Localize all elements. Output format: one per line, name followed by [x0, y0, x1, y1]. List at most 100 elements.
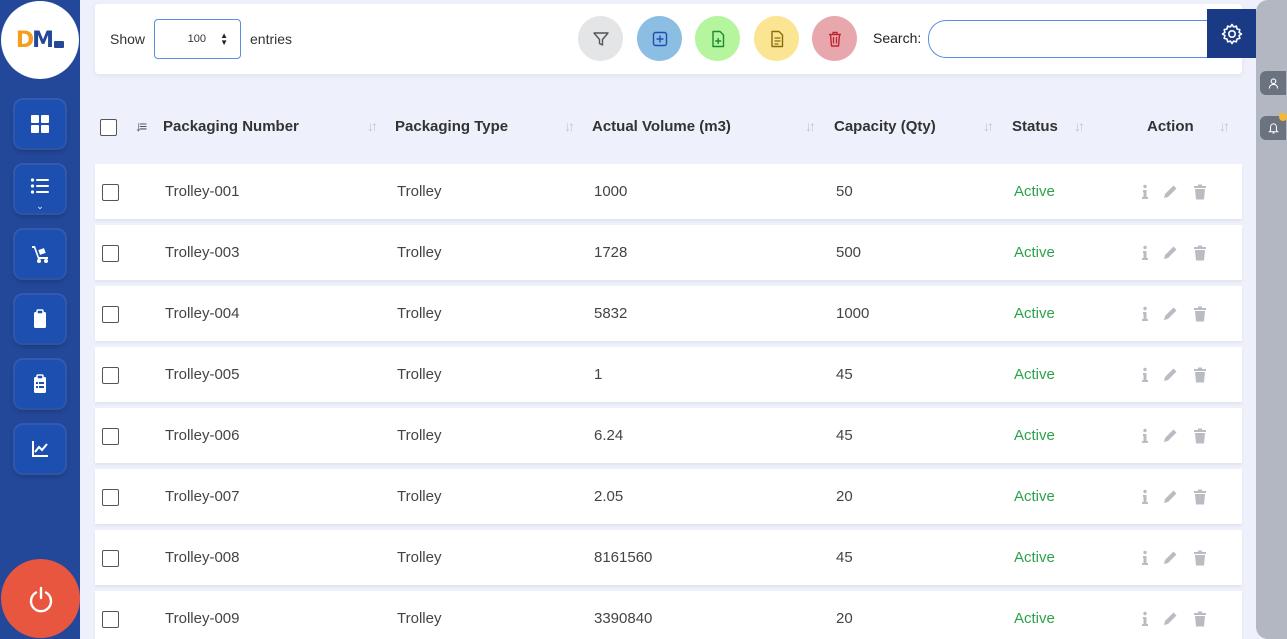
logo-letter-m: M: [32, 27, 54, 53]
table-header: ↓≡ Packaging Number ↓↑ Packaging Type ↓↑…: [95, 95, 1242, 160]
delete-button[interactable]: [1190, 609, 1210, 629]
trash-icon: [1194, 428, 1206, 444]
sidebar-item-trolley[interactable]: [15, 230, 65, 278]
column-header-actual-volume[interactable]: Actual Volume (m3): [592, 118, 731, 135]
add-button[interactable]: [637, 16, 682, 61]
column-header-packaging-type[interactable]: Packaging Type: [395, 118, 508, 135]
row-checkbox[interactable]: [102, 306, 119, 323]
entries-per-page-select[interactable]: 100 ▲ ▼: [154, 19, 241, 59]
sort-icon[interactable]: ↓↑: [564, 118, 575, 134]
pencil-icon: [1164, 368, 1177, 381]
checklist-icon: [34, 374, 46, 393]
edit-button[interactable]: [1160, 243, 1180, 263]
table-row: Trolley-005 Trolley 1 45 Active: [95, 347, 1242, 402]
sort-asc-icon[interactable]: ↓≡: [135, 118, 147, 134]
notification-badge: [1279, 113, 1287, 121]
row-checkbox[interactable]: [102, 245, 119, 262]
table-toolbar: Show 100 ▲ ▼ entries Search:: [95, 4, 1242, 74]
file-text-icon: [770, 30, 783, 47]
entries-label: entries: [250, 31, 293, 47]
edit-button[interactable]: [1160, 304, 1180, 324]
pencil-icon: [1164, 307, 1177, 320]
capacity-cell: 20: [836, 488, 853, 505]
edit-button[interactable]: [1160, 487, 1180, 507]
info-button[interactable]: [1135, 487, 1155, 507]
sort-icon[interactable]: ↓↑: [805, 118, 816, 134]
pencil-icon: [1164, 246, 1177, 259]
row-checkbox[interactable]: [102, 428, 119, 445]
info-icon: [1142, 489, 1148, 504]
edit-button[interactable]: [1160, 548, 1180, 568]
delete-button[interactable]: [1190, 548, 1210, 568]
table-row: Trolley-008 Trolley 8161560 45 Active: [95, 530, 1242, 585]
sort-icon[interactable]: ↓↑: [1219, 118, 1230, 134]
table-row: Trolley-006 Trolley 6.24 45 Active: [95, 408, 1242, 463]
column-header-capacity[interactable]: Capacity (Qty): [834, 118, 936, 135]
packaging-type-cell: Trolley: [397, 488, 442, 505]
truck-icon: [54, 40, 65, 48]
filter-button[interactable]: [578, 16, 623, 61]
edit-button[interactable]: [1160, 609, 1180, 629]
sidebar-item-clipboard[interactable]: [15, 295, 65, 343]
row-checkbox[interactable]: [102, 550, 119, 567]
volume-cell: 6.24: [594, 427, 624, 444]
user-profile-button[interactable]: [1260, 71, 1286, 95]
sort-icon[interactable]: ↓↑: [1074, 118, 1085, 134]
info-button[interactable]: [1135, 243, 1155, 263]
bell-icon: [1267, 122, 1279, 134]
sidebar-item-dashboard[interactable]: [15, 100, 65, 148]
table-row: Trolley-001 Trolley 1000 50 Active: [95, 164, 1242, 219]
app-logo[interactable]: DM: [1, 1, 79, 79]
bulk-delete-button[interactable]: [812, 16, 857, 61]
delete-button[interactable]: [1190, 243, 1210, 263]
info-button[interactable]: [1135, 365, 1155, 385]
edit-button[interactable]: [1160, 182, 1180, 202]
export-button[interactable]: [754, 16, 799, 61]
table-row: Trolley-009 Trolley 3390840 20 Active: [95, 591, 1242, 639]
sidebar-item-list[interactable]: ⌄: [15, 165, 65, 213]
import-button[interactable]: [695, 16, 740, 61]
delete-button[interactable]: [1190, 487, 1210, 507]
status-badge: Active: [1014, 488, 1055, 505]
row-checkbox[interactable]: [102, 611, 119, 628]
column-header-packaging-number[interactable]: Packaging Number: [163, 118, 299, 135]
volume-cell: 8161560: [594, 549, 653, 566]
info-button[interactable]: [1135, 426, 1155, 446]
column-header-status[interactable]: Status: [1012, 118, 1058, 135]
select-all-checkbox[interactable]: [100, 119, 117, 136]
search-input[interactable]: [928, 20, 1218, 58]
status-badge: Active: [1014, 610, 1055, 627]
filter-icon: [592, 31, 609, 46]
sidebar-item-reports[interactable]: [15, 425, 65, 473]
status-badge: Active: [1014, 366, 1055, 383]
info-button[interactable]: [1135, 304, 1155, 324]
capacity-cell: 1000: [836, 305, 870, 322]
notifications-button[interactable]: [1260, 113, 1287, 140]
delete-button[interactable]: [1190, 426, 1210, 446]
sort-icon[interactable]: ↓↑: [983, 118, 994, 134]
info-button[interactable]: [1135, 548, 1155, 568]
info-button[interactable]: [1135, 182, 1155, 202]
dashboard-icon: [31, 115, 49, 133]
pencil-icon: [1164, 185, 1177, 198]
volume-cell: 5832: [594, 305, 628, 322]
logout-button[interactable]: [1, 559, 80, 638]
delete-button[interactable]: [1190, 182, 1210, 202]
pencil-icon: [1164, 551, 1177, 564]
delete-button[interactable]: [1190, 304, 1210, 324]
status-badge: Active: [1014, 305, 1055, 322]
row-checkbox[interactable]: [102, 489, 119, 506]
edit-button[interactable]: [1160, 365, 1180, 385]
delete-button[interactable]: [1190, 365, 1210, 385]
row-checkbox[interactable]: [102, 367, 119, 384]
sidebar-item-checklist[interactable]: [15, 360, 65, 408]
info-button[interactable]: [1135, 609, 1155, 629]
sort-icon[interactable]: ↓↑: [367, 118, 378, 134]
gear-icon: [1221, 23, 1242, 44]
edit-button[interactable]: [1160, 426, 1180, 446]
row-checkbox[interactable]: [102, 184, 119, 201]
volume-cell: 3390840: [594, 610, 653, 627]
packaging-type-cell: Trolley: [397, 366, 442, 383]
trash-icon: [1194, 184, 1206, 200]
settings-button[interactable]: [1207, 9, 1256, 58]
